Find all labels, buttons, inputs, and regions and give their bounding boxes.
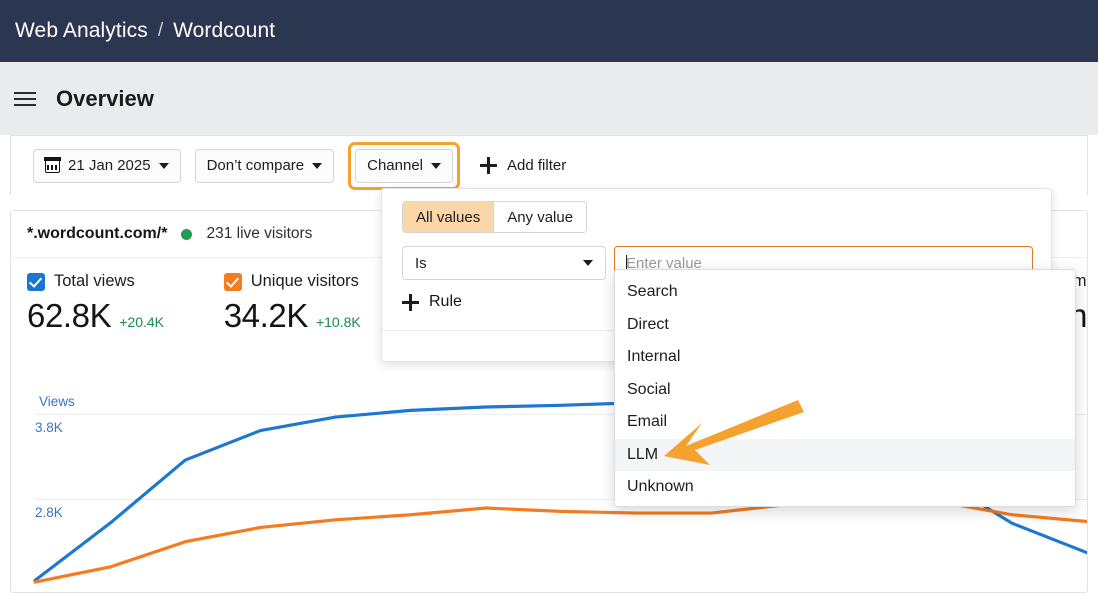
operator-label: Is	[415, 255, 427, 272]
hamburger-menu-icon[interactable]	[12, 86, 38, 112]
live-visitors-label: 231 live visitors	[206, 225, 312, 243]
channel-filter-button[interactable]: Channel	[355, 149, 453, 183]
chevron-down-icon	[431, 163, 441, 169]
metric-value: 34.2K	[224, 297, 308, 335]
plus-icon	[480, 157, 497, 174]
top-navigation-bar: Web Analytics / Wordcount	[0, 0, 1098, 62]
calendar-icon	[45, 158, 60, 173]
metric-value: 62.8K	[27, 297, 111, 335]
chevron-down-icon	[159, 163, 169, 169]
site-pattern: *.wordcount.com/*	[27, 225, 167, 243]
metric-label: Unique visitors	[251, 272, 359, 291]
operator-select[interactable]: Is	[402, 246, 606, 280]
metric-label: Total views	[54, 272, 135, 291]
option-direct[interactable]: Direct	[615, 309, 1075, 342]
option-internal[interactable]: Internal	[615, 341, 1075, 374]
match-mode-toggle: All values Any value	[402, 201, 587, 233]
page-header: Overview	[0, 62, 1098, 135]
option-search[interactable]: Search	[615, 276, 1075, 309]
compare-selector[interactable]: Don’t compare	[195, 149, 335, 183]
breadcrumb-separator: /	[158, 20, 163, 42]
match-mode-any-value[interactable]: Any value	[493, 202, 586, 232]
match-mode-all-values[interactable]: All values	[403, 202, 493, 232]
compare-label: Don’t compare	[207, 157, 305, 174]
chevron-down-icon	[312, 163, 322, 169]
filter-toolbar: 21 Jan 2025 Don’t compare Channel Add fi…	[10, 135, 1088, 195]
add-rule-button[interactable]: Rule	[402, 293, 462, 311]
metric-checkbox[interactable]	[224, 273, 242, 291]
metric-delta: +20.4K	[119, 314, 164, 330]
add-rule-label: Rule	[429, 293, 462, 311]
breadcrumb-app[interactable]: Web Analytics	[15, 19, 148, 43]
option-email[interactable]: Email	[615, 406, 1075, 439]
live-status-dot-icon	[181, 229, 192, 240]
metric-checkbox[interactable]	[27, 273, 45, 291]
chevron-down-icon	[583, 260, 593, 266]
channel-options-dropdown: Search Direct Internal Social Email LLM …	[614, 269, 1076, 507]
plus-icon	[402, 294, 419, 311]
dimension-filter-highlight: Channel	[348, 142, 460, 190]
option-unknown[interactable]: Unknown	[615, 471, 1075, 504]
metric-total-views[interactable]: Total views 62.8K +20.4K	[27, 272, 224, 335]
option-social[interactable]: Social	[615, 374, 1075, 407]
date-range-label: 21 Jan 2025	[68, 157, 151, 174]
option-llm[interactable]: LLM	[615, 439, 1075, 472]
metric-delta: +10.8K	[316, 314, 361, 330]
page-title: Overview	[56, 86, 154, 112]
breadcrumb-project[interactable]: Wordcount	[173, 19, 275, 43]
add-filter-label: Add filter	[507, 157, 566, 174]
date-range-picker[interactable]: 21 Jan 2025	[33, 149, 181, 183]
channel-filter-label: Channel	[367, 157, 423, 174]
add-filter-button[interactable]: Add filter	[480, 157, 566, 174]
chart-line-unique-visitors	[35, 496, 1087, 582]
